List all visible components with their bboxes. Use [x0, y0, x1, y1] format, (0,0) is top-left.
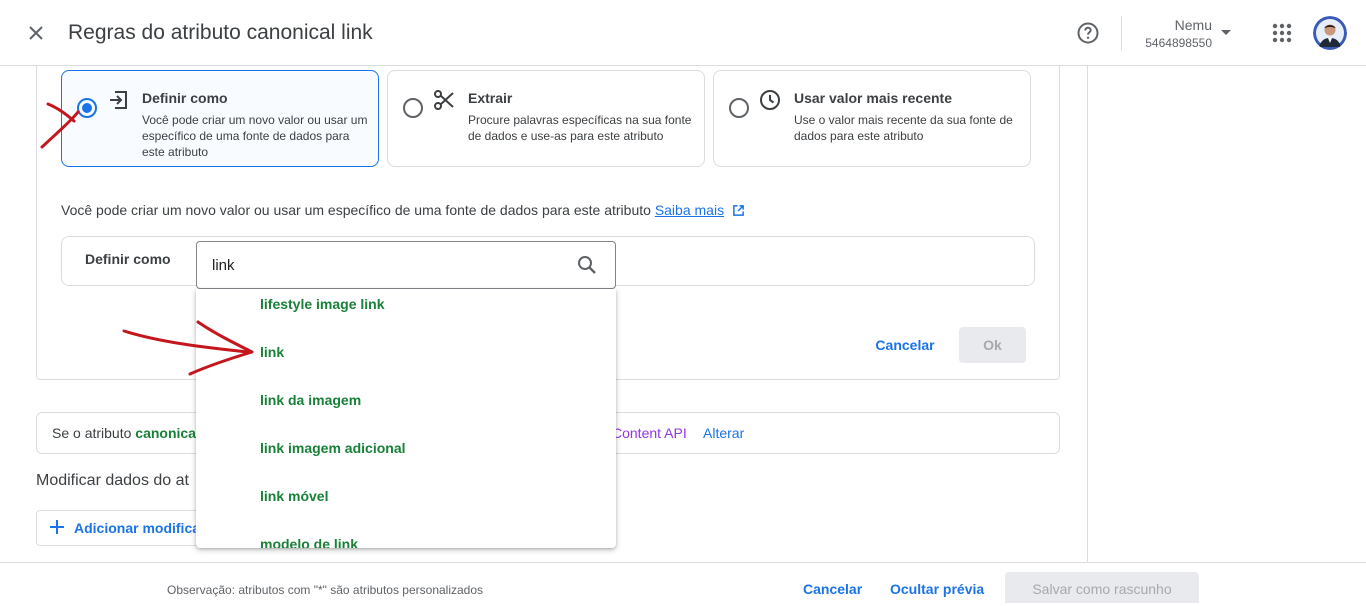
add-modification-label: Adicionar modifica — [74, 520, 201, 536]
info-line: Você pode criar um novo valor ou usar um… — [61, 202, 745, 218]
radio-extrair[interactable] — [403, 98, 423, 118]
close-button[interactable] — [22, 19, 50, 47]
header-divider — [1121, 16, 1122, 50]
clock-icon — [760, 90, 780, 110]
dropdown-item[interactable]: modelo de link — [260, 536, 358, 548]
close-icon — [29, 26, 43, 40]
learn-more-link[interactable]: Saiba mais — [655, 202, 724, 218]
input-arrow-icon — [110, 91, 127, 109]
radio-definir-como[interactable] — [77, 98, 97, 118]
search-input[interactable] — [212, 255, 552, 275]
dropdown-item[interactable]: link móvel — [260, 488, 328, 504]
dropdown-item[interactable]: link — [260, 344, 284, 360]
chevron-down-icon[interactable] — [1221, 30, 1231, 35]
footer-note: Observação: atributos com "*" são atribu… — [167, 583, 484, 597]
dropdown-item[interactable]: link da imagem — [260, 392, 361, 408]
save-draft-button[interactable]: Salvar como rascunho — [1005, 572, 1199, 603]
option-description: Você pode criar um novo valor ou usar um… — [142, 113, 368, 159]
rule-attribute: canonica — [135, 425, 196, 441]
option-usar-valor-recente[interactable]: Usar valor mais recente Use o valor mais… — [713, 70, 1031, 167]
page-title: Regras do atributo canonical link — [68, 21, 373, 44]
option-title: Extrair — [468, 90, 513, 106]
account-name: Nemu — [1174, 17, 1212, 33]
account-id: 5464898550 — [1145, 36, 1212, 50]
rule-summary-text: Se o atributo canonica — [52, 425, 196, 441]
hide-preview-button[interactable]: Ocultar prévia — [890, 581, 984, 597]
option-title: Usar valor mais recente — [794, 90, 952, 106]
scissors-icon — [434, 90, 454, 110]
option-description: Use o valor mais recente da sua fonte de… — [794, 113, 1013, 143]
apps-button[interactable] — [1268, 19, 1296, 47]
dropdown-item[interactable]: lifestyle image link — [260, 296, 385, 312]
radio-usar-valor-recente[interactable] — [729, 98, 749, 118]
define-label: Definir como — [85, 251, 171, 267]
dropdown-item[interactable]: link imagem adicional — [260, 440, 406, 456]
option-description: Procure palavras específicas na sua font… — [468, 113, 692, 143]
plus-icon — [50, 520, 64, 534]
help-icon — [1077, 22, 1099, 44]
cancel-button[interactable]: Cancelar — [866, 331, 944, 359]
option-definir-como[interactable]: Definir como Você pode criar um novo val… — [61, 70, 379, 167]
change-link[interactable]: Alterar — [703, 425, 744, 441]
help-button[interactable] — [1074, 19, 1102, 47]
option-title: Definir como — [142, 90, 228, 106]
side-panel-divider — [1087, 66, 1088, 562]
avatar[interactable] — [1313, 16, 1347, 50]
attribute-dropdown: lifestyle image link link link da imagem… — [196, 289, 616, 548]
external-link-icon[interactable] — [732, 204, 745, 217]
rule-prefix: Se o atributo — [52, 425, 136, 441]
profile-photo-icon — [1313, 16, 1347, 50]
apps-grid-icon — [1272, 23, 1292, 43]
info-text: Você pode criar um novo valor ou usar um… — [61, 202, 651, 218]
option-extrair[interactable]: Extrair Procure palavras específicas na … — [387, 70, 705, 167]
footer-cancel-button[interactable]: Cancelar — [803, 581, 862, 597]
account-switcher[interactable]: Nemu 5464898550 — [1140, 17, 1212, 50]
rule-source: Content API — [612, 425, 687, 441]
ok-button[interactable]: Ok — [959, 327, 1026, 363]
modify-heading: Modificar dados do at — [36, 472, 189, 489]
search-icon[interactable] — [575, 253, 599, 277]
